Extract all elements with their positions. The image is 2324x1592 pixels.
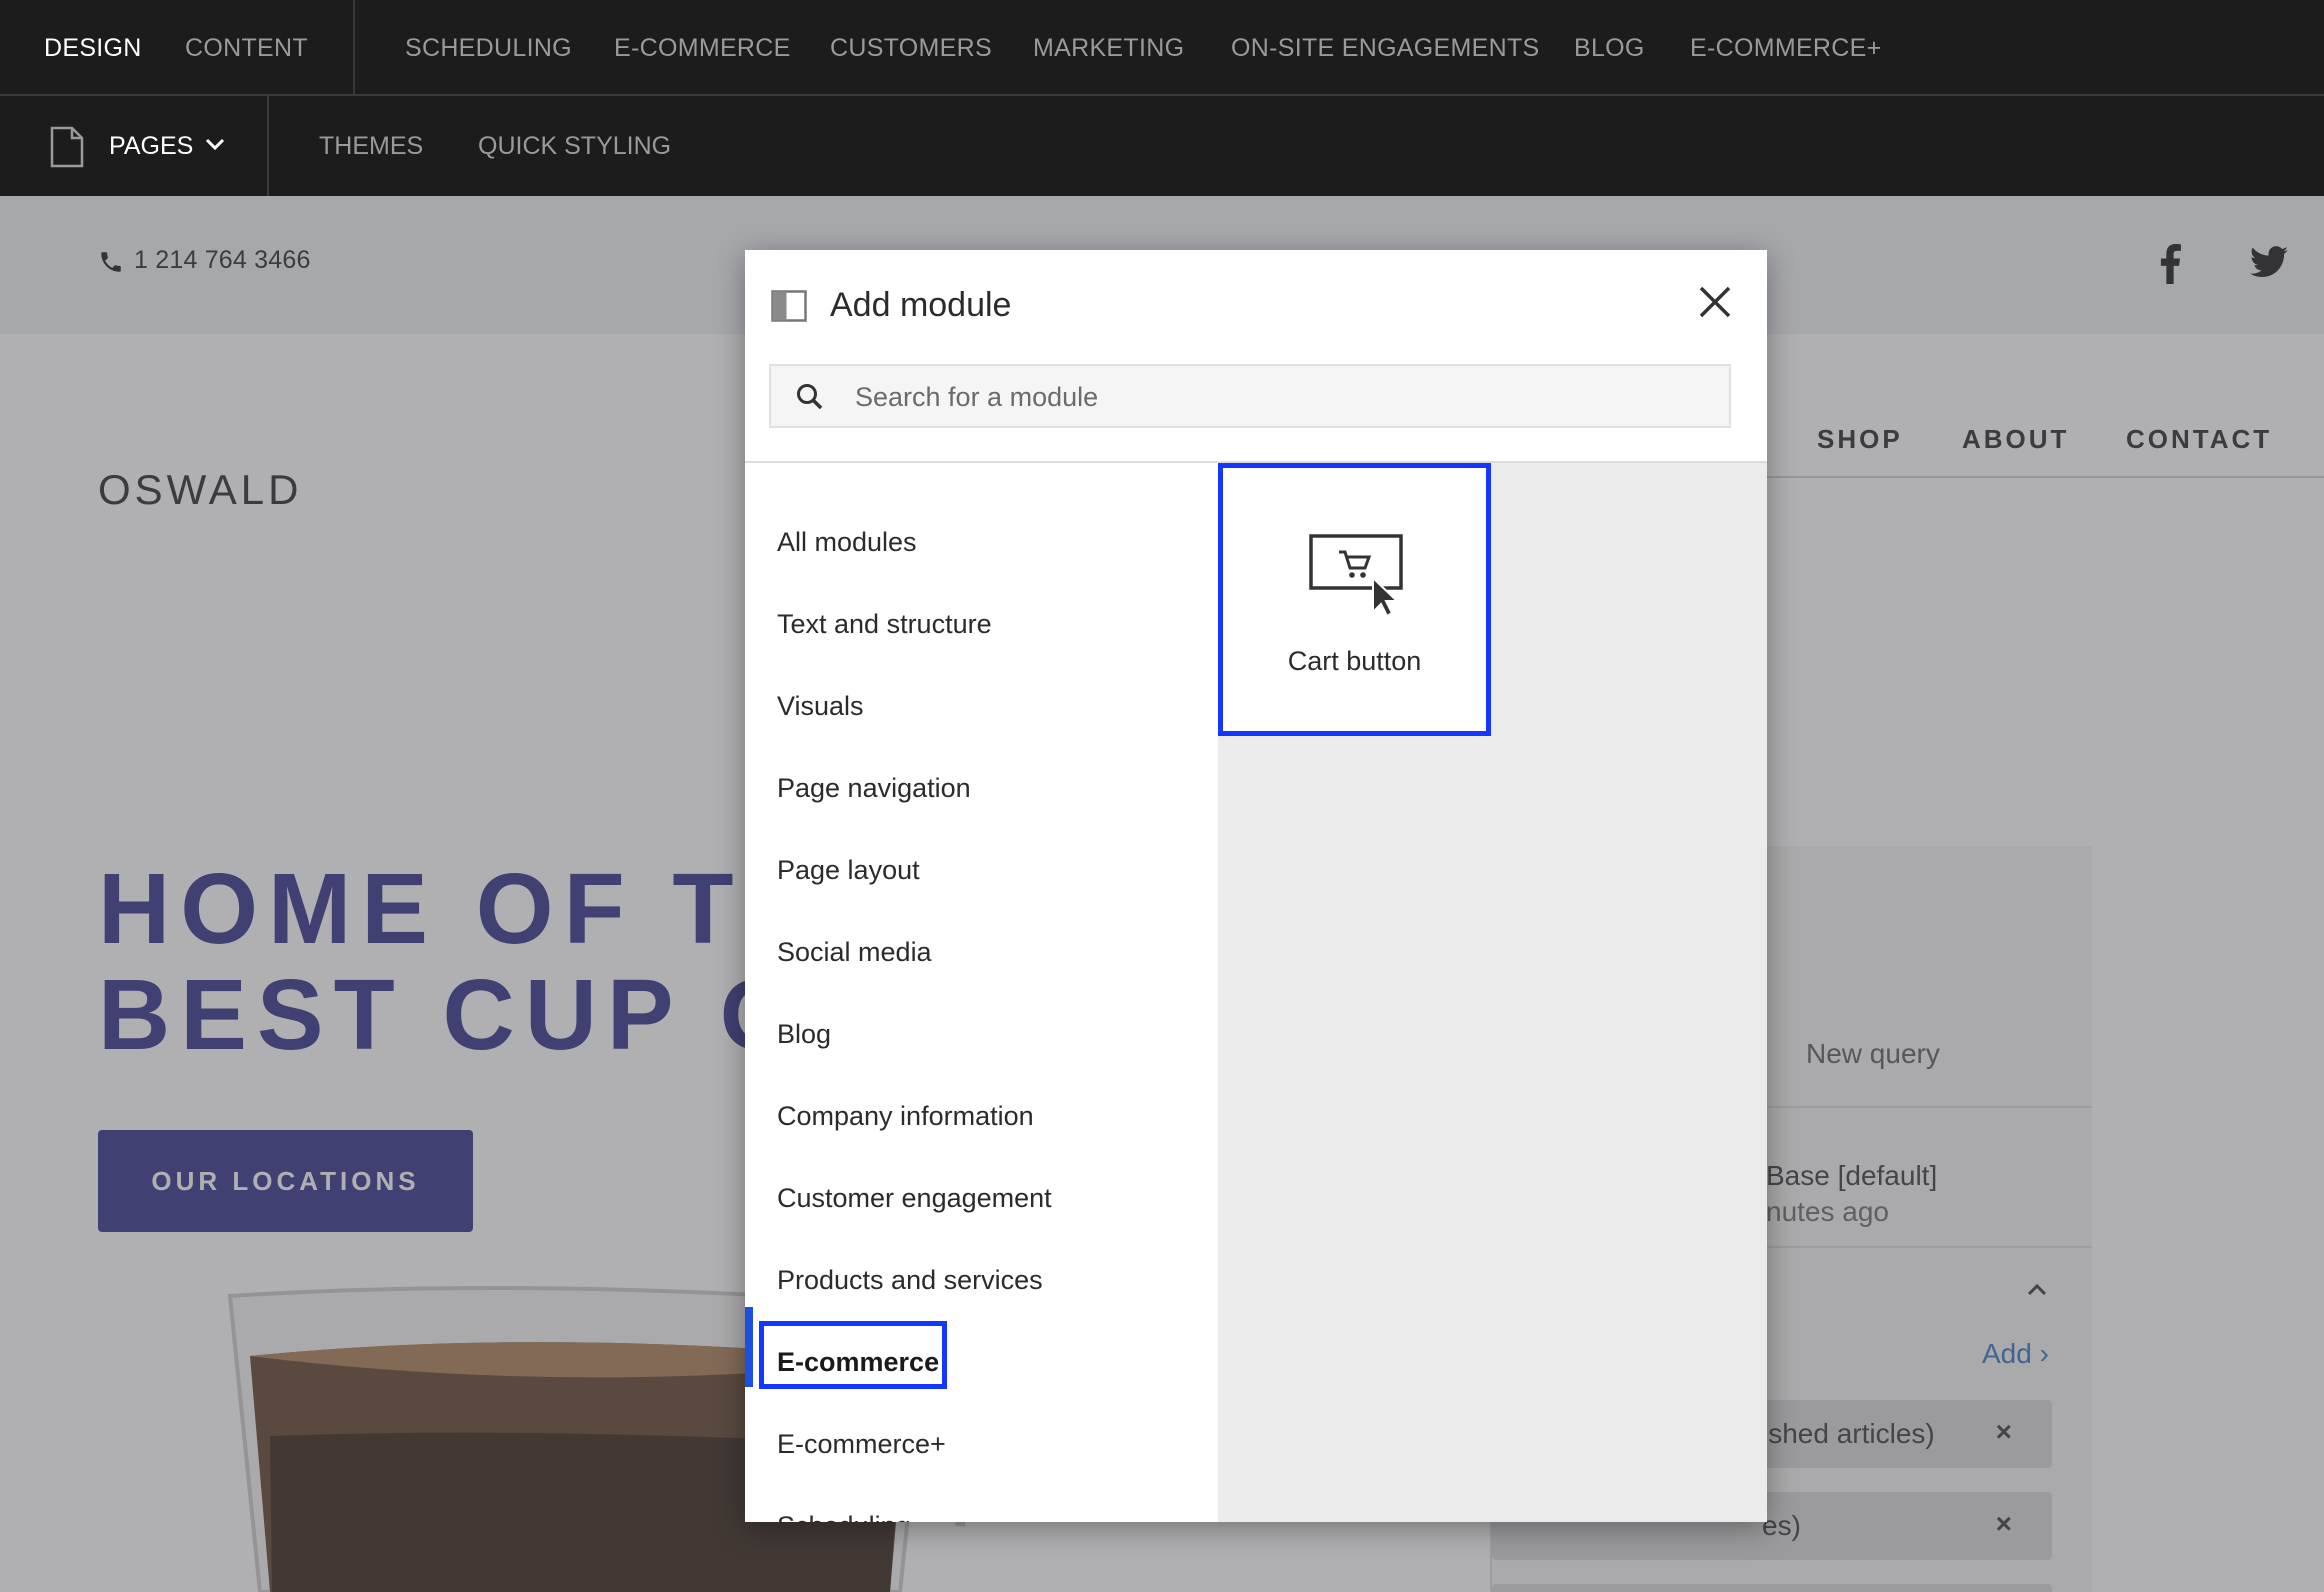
category-company-information[interactable]: Company information <box>777 1101 1034 1132</box>
divider <box>267 96 269 196</box>
tab-scheduling[interactable]: SCHEDULING <box>405 0 572 96</box>
chevron-down-icon <box>205 138 225 151</box>
cart-button-icon <box>1309 534 1403 618</box>
dialog-title: Add module <box>830 286 1012 324</box>
pages-label: PAGES <box>109 132 194 160</box>
tab-content[interactable]: CONTENT <box>185 0 308 96</box>
tab-marketing[interactable]: MARKETING <box>1033 0 1184 96</box>
tab-themes[interactable]: THEMES <box>319 96 423 196</box>
cart-button-module[interactable]: Cart button <box>1218 463 1491 736</box>
category-scheduling[interactable]: Scheduling <box>777 1511 911 1522</box>
dialog-header: Add module <box>745 250 1767 460</box>
category-social-media[interactable]: Social media <box>777 937 932 968</box>
tab-blog[interactable]: BLOG <box>1574 0 1645 96</box>
category-page-layout[interactable]: Page layout <box>777 855 920 886</box>
editor-sub-nav: PAGES THEMES QUICK STYLING <box>0 96 2324 196</box>
search-input[interactable] <box>853 372 1717 422</box>
tab-quick-styling[interactable]: QUICK STYLING <box>478 96 671 196</box>
tab-on-site-engagements[interactable]: ON-SITE ENGAGEMENTS <box>1231 0 1540 96</box>
tab-e-commerce-plus[interactable]: E-COMMERCE+ <box>1690 0 1882 96</box>
category-customer-engagement[interactable]: Customer engagement <box>777 1183 1052 1214</box>
module-grid: Cart button <box>1218 463 1767 1522</box>
category-blog[interactable]: Blog <box>777 1019 831 1050</box>
category-page-navigation[interactable]: Page navigation <box>777 773 971 804</box>
editor-top-nav: DESIGN CONTENT SCHEDULING E-COMMERCE CUS… <box>0 0 2324 96</box>
module-search[interactable] <box>769 364 1731 428</box>
module-label: Cart button <box>1287 646 1422 676</box>
search-icon <box>797 384 823 410</box>
add-module-dialog: Add module All modules Text and structur… <box>745 250 1767 1522</box>
category-all-modules[interactable]: All modules <box>777 527 917 558</box>
divider <box>353 0 355 94</box>
panel-icon <box>771 290 807 322</box>
category-list: All modules Text and structure Visuals P… <box>745 463 1218 1522</box>
pages-dropdown[interactable]: PAGES <box>44 96 244 196</box>
category-visuals[interactable]: Visuals <box>777 691 864 722</box>
highlight-box <box>759 1321 947 1389</box>
close-icon[interactable] <box>1693 280 1737 324</box>
tab-design[interactable]: DESIGN <box>44 0 142 96</box>
tab-customers[interactable]: CUSTOMERS <box>830 0 992 96</box>
active-category-indicator <box>745 1307 753 1387</box>
category-e-commerce-plus[interactable]: E-commerce+ <box>777 1429 946 1460</box>
page-file-icon <box>50 126 84 168</box>
category-products-and-services[interactable]: Products and services <box>777 1265 1043 1296</box>
category-text-and-structure[interactable]: Text and structure <box>777 609 992 640</box>
tab-e-commerce[interactable]: E-COMMERCE <box>614 0 791 96</box>
